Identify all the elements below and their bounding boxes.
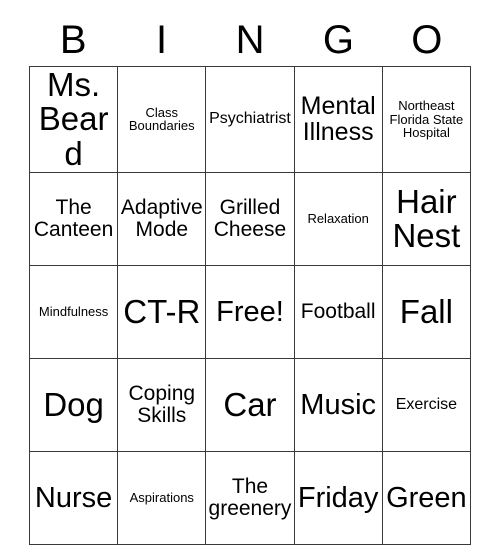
bingo-cell-label: Football bbox=[300, 300, 376, 324]
bingo-cell-label: Green bbox=[386, 481, 467, 514]
header-letter-g: G bbox=[322, 18, 354, 62]
bingo-cell[interactable]: Adaptive Mode bbox=[117, 171, 207, 266]
header-letter-i: I bbox=[156, 18, 168, 62]
bingo-row: Nurse Aspirations The greenery Friday Gr… bbox=[28, 450, 472, 545]
bingo-cell-label: Exercise bbox=[395, 395, 458, 413]
bingo-cell[interactable]: Friday bbox=[293, 450, 383, 545]
bingo-cell[interactable]: Green bbox=[381, 450, 472, 545]
bingo-cell-label: Grilled Cheese bbox=[213, 196, 287, 241]
bingo-cell[interactable]: Music bbox=[293, 357, 383, 452]
bingo-cell-label: Coping Skills bbox=[128, 382, 196, 427]
bingo-cell[interactable]: Dog bbox=[28, 357, 119, 452]
bingo-cell[interactable]: Exercise bbox=[381, 357, 472, 452]
bingo-cell-label: Dog bbox=[43, 385, 104, 423]
bingo-cell-label: The greenery bbox=[208, 475, 292, 520]
bingo-cell[interactable]: The Canteen bbox=[28, 171, 119, 266]
bingo-grid: Ms. Beard Class Boundaries Psychiatrist … bbox=[28, 66, 472, 545]
bingo-cell[interactable]: Mental Illness bbox=[293, 66, 383, 173]
bingo-cell-label: Adaptive Mode bbox=[120, 196, 203, 241]
bingo-cell[interactable]: Nurse bbox=[28, 450, 119, 545]
bingo-cell[interactable]: Hair Nest bbox=[381, 171, 472, 266]
bingo-cell-label: Free! bbox=[216, 295, 284, 328]
bingo-cell-label: Car bbox=[223, 385, 277, 423]
bingo-cell-label: Class Boundaries bbox=[128, 104, 195, 134]
bingo-cell[interactable]: Relaxation bbox=[293, 171, 383, 266]
bingo-cell-free[interactable]: Free! bbox=[205, 264, 295, 359]
bingo-cell[interactable]: Northeast Florida State Hospital bbox=[381, 66, 472, 173]
bingo-row: Ms. Beard Class Boundaries Psychiatrist … bbox=[28, 66, 472, 173]
bingo-cell-label: Hair Nest bbox=[392, 182, 461, 254]
bingo-cell[interactable]: Aspirations bbox=[117, 450, 207, 545]
bingo-cell[interactable]: Mindfulness bbox=[28, 264, 119, 359]
header-letter-b: B bbox=[59, 18, 87, 62]
bingo-header: B I N G O bbox=[29, 14, 471, 66]
bingo-row: Dog Coping Skills Car Music Exercise bbox=[28, 357, 472, 452]
bingo-cell[interactable]: Grilled Cheese bbox=[205, 171, 295, 266]
bingo-row: The Canteen Adaptive Mode Grilled Cheese… bbox=[28, 171, 472, 266]
bingo-cell[interactable]: Fall bbox=[381, 264, 472, 359]
bingo-cell-label: CT-R bbox=[123, 292, 201, 330]
bingo-cell-label: Relaxation bbox=[307, 211, 369, 227]
bingo-row: Mindfulness CT-R Free! Football Fall bbox=[28, 264, 472, 359]
bingo-cell[interactable]: Football bbox=[293, 264, 383, 359]
bingo-cell-label: Aspirations bbox=[129, 490, 194, 506]
bingo-cell[interactable]: Class Boundaries bbox=[117, 66, 207, 173]
bingo-cell-label: Fall bbox=[399, 292, 453, 330]
bingo-cell[interactable]: Psychiatrist bbox=[205, 66, 295, 173]
bingo-cell[interactable]: CT-R bbox=[117, 264, 207, 359]
bingo-cell-label: Mindfulness bbox=[38, 304, 109, 320]
bingo-cell-label: Psychiatrist bbox=[209, 110, 291, 128]
bingo-cell-label: Friday bbox=[297, 481, 379, 514]
bingo-cell-label: The Canteen bbox=[33, 196, 114, 241]
bingo-cell-label: Nurse bbox=[34, 481, 113, 514]
bingo-cell-label: Mental Illness bbox=[300, 92, 376, 147]
bingo-cell-label: Ms. Beard bbox=[38, 66, 109, 172]
bingo-cell[interactable]: Coping Skills bbox=[117, 357, 207, 452]
bingo-cell-label: Music bbox=[300, 388, 377, 421]
bingo-cell[interactable]: Car bbox=[205, 357, 295, 452]
bingo-card: B I N G O Ms. Beard Class Boundaries Psy… bbox=[0, 0, 500, 545]
bingo-cell-label: Northeast Florida State Hospital bbox=[389, 98, 464, 141]
header-letter-o: O bbox=[411, 18, 443, 62]
header-letter-n: N bbox=[235, 18, 265, 62]
bingo-cell[interactable]: Ms. Beard bbox=[28, 66, 119, 173]
bingo-cell[interactable]: The greenery bbox=[205, 450, 295, 545]
